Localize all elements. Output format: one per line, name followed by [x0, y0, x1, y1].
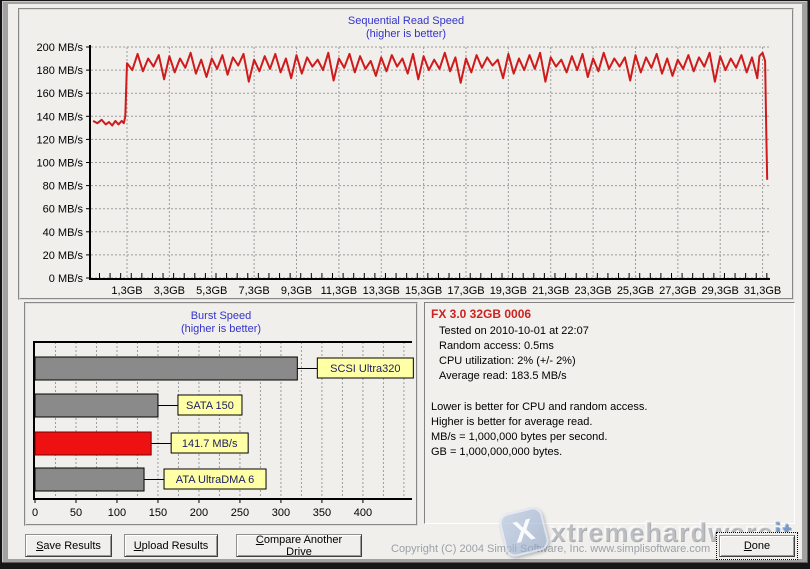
y-tick-label: 200 MB/s	[37, 42, 84, 54]
burst-x-tick-label: 200	[190, 507, 208, 519]
done-button-focus-ring: Done	[716, 532, 798, 560]
upload-results-label: Upload Results	[134, 540, 209, 552]
upload-results-button[interactable]: Upload Results	[124, 534, 218, 557]
burst-speed-chart: 0 50 100 150 200 250 300 350 400 SCSI Ultra320 SAT…	[26, 304, 416, 524]
bar-label-text: ATA UltraDMA 6	[176, 474, 254, 486]
sequential-read-chart: 0 MB/s 20 MB/s 40 MB/s 60 MB/s 80 MB/s 100 MB…	[20, 10, 792, 298]
save-results-button[interactable]: Save Results	[25, 534, 112, 557]
y-tick-label: 160 MB/s	[37, 88, 84, 100]
burst-x-tick-label: 150	[149, 507, 167, 519]
x-tick-label: 5,3GB	[196, 285, 227, 297]
y-tick-label: 20 MB/s	[43, 250, 84, 262]
random-access-line: Random access: 0.5ms	[439, 339, 794, 354]
burst-bar	[35, 357, 297, 380]
y-tick-label: 140 MB/s	[37, 111, 84, 123]
burst-speed-panel: Burst Speed (higher is better) 050100150…	[24, 302, 418, 526]
y-tick-label: 80 MB/s	[43, 181, 84, 193]
drive-info-panel: FX 3.0 32GB 0006 Tested on 2010-10-01 at…	[424, 302, 795, 524]
window-content: Sequential Read Speed (higher is better)…	[8, 4, 802, 559]
burst-bar	[35, 394, 158, 417]
x-tick-label: 19,3GB	[490, 285, 527, 297]
x-tick-label: 9,3GB	[281, 285, 312, 297]
x-tick-label: 31,3GB	[744, 285, 781, 297]
burst-x-tick-label: 0	[32, 507, 38, 519]
compare-another-drive-button[interactable]: Compare Another Drive	[236, 534, 362, 557]
y-tick-label: 120 MB/s	[37, 134, 84, 146]
compare-another-drive-label: Compare Another Drive	[243, 534, 355, 558]
bar-label-text: SCSI Ultra320	[330, 363, 400, 375]
burst-bar	[35, 468, 144, 491]
done-button[interactable]: Done	[719, 535, 795, 557]
x-tick-label: 11,3GB	[321, 285, 358, 297]
x-tick-label: 15,3GB	[405, 285, 442, 297]
x-tick-label: 7,3GB	[239, 285, 270, 297]
y-tick-label: 100 MB/s	[37, 158, 84, 170]
hd-tach-window: Sequential Read Speed (higher is better)…	[0, 0, 810, 569]
burst-x-tick-label: 50	[70, 507, 82, 519]
y-tick-label: 40 MB/s	[43, 227, 84, 239]
burst-bar	[35, 432, 151, 455]
x-tick-label: 13,3GB	[363, 285, 400, 297]
legend-notes: Lower is better for CPU and random acces…	[431, 400, 794, 460]
x-tick-label: 1,3GB	[111, 285, 142, 297]
y-tick-label: 60 MB/s	[43, 204, 84, 216]
note-line: Higher is better for average read.	[431, 415, 794, 430]
y-tick-label: 0 MB/s	[49, 273, 84, 285]
y-tick-label: 180 MB/s	[37, 65, 84, 77]
cpu-utilization-line: CPU utilization: 2% (+/- 2%)	[439, 354, 794, 369]
burst-x-tick-label: 350	[313, 507, 331, 519]
burst-x-tick-label: 300	[272, 507, 290, 519]
save-results-label: Save Results	[36, 540, 101, 552]
x-tick-label: 27,3GB	[659, 285, 696, 297]
burst-x-tick-label: 250	[231, 507, 249, 519]
sequential-read-panel: Sequential Read Speed (higher is better)…	[18, 8, 794, 300]
tested-on-line: Tested on 2010-10-01 at 22:07	[439, 324, 794, 339]
read-speed-line	[93, 53, 767, 180]
note-line: MB/s = 1,000,000 bytes per second.	[431, 430, 794, 445]
x-tick-label: 29,3GB	[702, 285, 739, 297]
note-line: GB = 1,000,000,000 bytes.	[431, 445, 794, 460]
done-label: Done	[744, 540, 770, 552]
x-tick-label: 21,3GB	[532, 285, 569, 297]
burst-x-tick-label: 100	[108, 507, 126, 519]
bar-label-text: SATA 150	[186, 400, 234, 412]
x-tick-label: 23,3GB	[574, 285, 611, 297]
x-tick-label: 25,3GB	[617, 285, 654, 297]
burst-x-tick-label: 400	[354, 507, 372, 519]
drive-details: Tested on 2010-10-01 at 22:07 Random acc…	[439, 324, 794, 384]
copyright-text: Copyright (C) 2004 Simpli Software, Inc.…	[391, 543, 721, 555]
drive-name: FX 3.0 32GB 0006	[431, 307, 790, 321]
bar-label-text: 141.7 MB/s	[182, 438, 238, 450]
average-read-line: Average read: 183.5 MB/s	[439, 369, 794, 384]
note-line: Lower is better for CPU and random acces…	[431, 400, 794, 415]
x-tick-label: 17,3GB	[447, 285, 484, 297]
x-tick-label: 3,3GB	[154, 285, 185, 297]
